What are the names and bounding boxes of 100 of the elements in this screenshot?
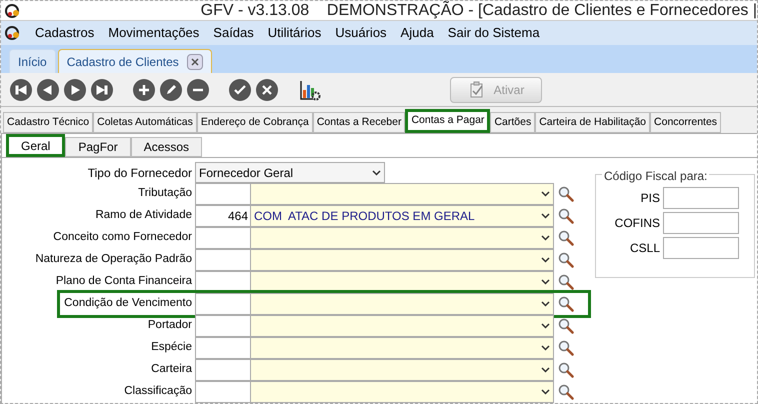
search-button[interactable] [557, 361, 575, 379]
field-label: COFINS [614, 215, 660, 232]
description-dropdown[interactable]: COM ATAC DE PRODUTOS EM GERAL [251, 205, 554, 227]
checkmark-icon [233, 82, 247, 96]
input-field[interactable] [663, 187, 739, 209]
subtab[interactable]: PagFor [65, 137, 131, 157]
chevron-down-icon [541, 345, 550, 351]
tab[interactable]: Cadastro Técnico [3, 112, 94, 133]
bar-chart-gear-icon [299, 78, 321, 100]
field-label: Plano de Conta Financeira [54, 274, 193, 290]
search-button[interactable] [557, 185, 575, 203]
search-icon [558, 186, 574, 202]
tab[interactable]: Contas a Receber [312, 112, 406, 133]
chevron-down-icon [372, 170, 381, 176]
menu-item[interactable]: Utilitários [268, 23, 322, 43]
search-icon [558, 230, 574, 246]
skip-forward-icon [95, 82, 109, 96]
code-field[interactable] [195, 249, 251, 271]
code-field[interactable] [195, 381, 251, 403]
field-label: Tipo do Fornecedor [86, 164, 193, 182]
chevron-down-icon [541, 213, 550, 219]
field-label: Natureza de Operação Padrão [34, 252, 193, 268]
search-button[interactable] [557, 273, 575, 291]
tab-label: Início [18, 54, 47, 70]
menu-item[interactable]: Sair do Sistema [448, 23, 540, 43]
tab[interactable]: Endereço de Cobrança [196, 112, 313, 133]
remove-button[interactable] [187, 78, 209, 100]
search-button[interactable] [557, 295, 575, 313]
tab[interactable]: Contas a Pagar [405, 109, 490, 133]
chevron-down-icon [541, 257, 550, 263]
code-field[interactable] [195, 183, 251, 205]
code-field[interactable]: 464 [195, 205, 251, 227]
menu-item[interactable]: Usuários [335, 23, 387, 43]
search-icon [558, 362, 574, 378]
plus-icon [137, 82, 151, 96]
field-label: CSLL [630, 240, 660, 257]
menu-item[interactable]: Saídas [213, 23, 254, 43]
menu-item[interactable]: Ajuda [400, 23, 434, 43]
tab[interactable]: Cartões [490, 112, 536, 133]
field-label: Espécie [150, 340, 193, 356]
edit-button[interactable] [160, 78, 182, 100]
code-field[interactable] [195, 227, 251, 249]
tab[interactable]: Carteira de Habilitação [535, 112, 650, 133]
subtab[interactable]: Geral [6, 134, 66, 157]
first-record-button[interactable] [10, 78, 32, 100]
tab[interactable]: Concorrentes [650, 112, 722, 133]
tab-label: Cadastro de Clientes [66, 54, 179, 70]
field-label: Carteira [150, 362, 193, 378]
close-button[interactable] [186, 54, 203, 70]
confirm-button[interactable] [229, 78, 251, 100]
close-icon [190, 58, 199, 66]
search-icon [558, 318, 574, 334]
add-button[interactable] [133, 78, 155, 100]
search-icon [558, 274, 574, 290]
code-field[interactable] [195, 337, 251, 359]
previous-record-button[interactable] [37, 78, 59, 100]
cancel-button[interactable] [256, 78, 278, 100]
document-tab[interactable]: Cadastro de Clientes [58, 49, 212, 73]
chevron-down-icon [541, 389, 550, 395]
chevron-down-icon [541, 301, 550, 307]
field-label: Ramo de Atividade [94, 208, 193, 224]
input-field[interactable] [663, 212, 739, 234]
field-label: Condição de Vencimento [63, 296, 193, 312]
search-button[interactable] [557, 383, 575, 401]
search-button[interactable] [557, 229, 575, 247]
search-button[interactable] [557, 251, 575, 269]
skip-back-icon [14, 82, 28, 96]
code-field[interactable] [195, 315, 251, 337]
tab[interactable]: Coletas Automáticas [93, 112, 197, 133]
subtab[interactable]: Acessos [130, 137, 202, 157]
code-field[interactable] [195, 293, 251, 315]
field-label: PIS [640, 190, 660, 207]
chevron-down-icon [541, 323, 550, 329]
last-record-button[interactable] [91, 78, 113, 100]
field-label: Conceito como Fornecedor [52, 230, 193, 246]
code-field[interactable] [195, 359, 251, 381]
search-icon [558, 208, 574, 224]
chevron-down-icon [541, 279, 550, 285]
search-button[interactable] [557, 317, 575, 335]
supplier-type-dropdown[interactable]: Fornecedor Geral [195, 162, 385, 183]
search-button[interactable] [557, 339, 575, 357]
menu-item[interactable]: Movimentações [108, 23, 200, 43]
search-icon [558, 384, 574, 400]
app-logo-icon [5, 2, 21, 18]
search-icon [558, 296, 574, 312]
chevron-down-icon [541, 235, 550, 241]
pencil-icon [164, 82, 178, 96]
document-tab[interactable]: Início [9, 49, 56, 73]
field-label: Tributação [137, 186, 193, 202]
input-field[interactable] [663, 237, 739, 259]
search-icon [558, 252, 574, 268]
field-label: Portador [146, 318, 193, 334]
x-icon [260, 82, 274, 96]
search-button[interactable] [557, 207, 575, 225]
field-label: Classificação [123, 384, 193, 400]
next-record-button[interactable] [64, 78, 86, 100]
menu-item[interactable]: Cadastros [35, 23, 94, 43]
app-logo-icon [5, 25, 21, 41]
chevron-down-icon [541, 367, 550, 373]
search-icon [558, 340, 574, 356]
